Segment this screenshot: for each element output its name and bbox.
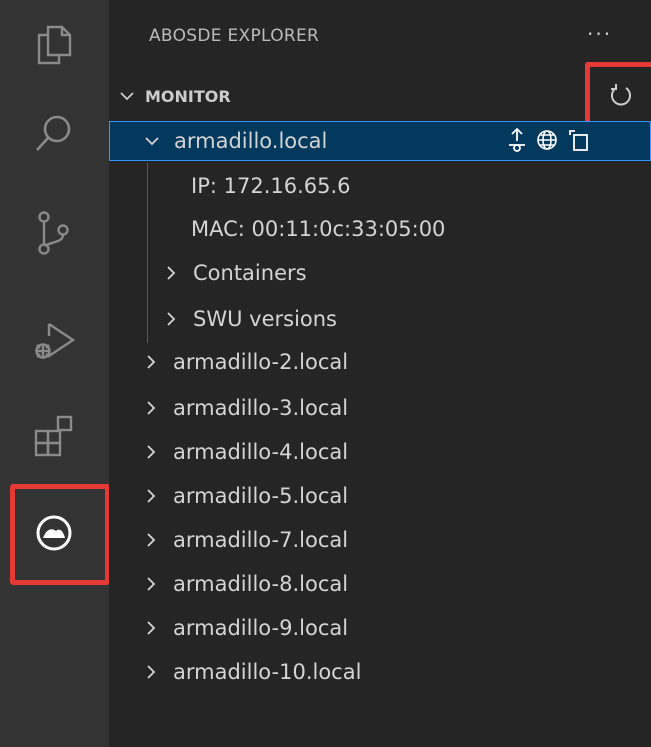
tree-item-containers[interactable]: Containers [109,253,651,293]
chevron-right-icon [139,396,163,420]
tree-item-label: armadillo-3.local [173,396,349,420]
section-title: MONITOR [145,86,231,106]
globe-icon[interactable] [536,129,558,156]
tree-item-label: Containers [193,261,307,285]
tree-item-device[interactable]: armadillo-3.local [109,388,651,428]
chevron-down-icon [119,90,145,102]
sidebar-title: ABOSDE EXPLORER [149,26,320,46]
tree-item-device[interactable]: armadillo-4.local [109,432,651,472]
tree-item-device[interactable]: armadillo-9.local [109,608,651,648]
chevron-right-icon [139,660,163,684]
explorer-icon[interactable] [19,10,89,80]
sidebar: ABOSDE EXPLORER ··· MONITOR armadillo.lo… [109,0,651,747]
tree-item-ip[interactable]: IP: 172.16.65.6 [109,166,651,206]
chevron-right-icon [159,261,183,285]
tree-item-label: armadillo-5.local [173,484,349,508]
chevron-right-icon [139,528,163,552]
chevron-right-icon [139,484,163,508]
upload-icon[interactable] [506,127,528,158]
copy-icon[interactable] [566,129,590,156]
activity-bar [0,0,110,747]
tree-item-label: armadillo.local [174,129,328,153]
chevron-right-icon [139,440,163,464]
mac-label: MAC: 00:11:0c:33:05:00 [191,217,446,241]
chevron-right-icon [159,307,183,331]
tree-item-label: armadillo-8.local [173,572,349,596]
tree-item-device[interactable]: armadillo-2.local [109,342,651,382]
chevron-right-icon [139,350,163,374]
ip-label: IP: 172.16.65.6 [191,174,351,198]
tree-item-swu-versions[interactable]: SWU versions [109,299,651,339]
inline-actions [506,122,590,162]
refresh-icon [611,84,631,106]
tree-item-label: armadillo-9.local [173,616,349,640]
tree-item-label: armadillo-10.local [173,660,362,684]
run-debug-icon[interactable] [19,306,89,376]
more-actions-button[interactable]: ··· [587,22,612,46]
chevron-down-icon [140,129,164,153]
tree-item-label: armadillo-7.local [173,528,349,552]
chevron-right-icon [139,616,163,640]
refresh-button[interactable] [603,78,639,114]
source-control-icon[interactable] [19,198,89,268]
tree-item-label: armadillo-2.local [173,350,349,374]
tree-item-label: armadillo-4.local [173,440,349,464]
extensions-icon[interactable] [19,400,89,470]
tree-item-device[interactable]: armadillo-5.local [109,476,651,516]
tree-item-device[interactable]: armadillo-7.local [109,520,651,560]
vscode-window: ABOSDE EXPLORER ··· MONITOR armadillo.lo… [0,0,651,747]
chevron-right-icon [139,572,163,596]
tree-item-device[interactable]: armadillo-10.local [109,652,651,692]
tree-item-mac[interactable]: MAC: 00:11:0c:33:05:00 [109,209,651,249]
abosde-icon[interactable] [19,498,89,568]
tree-item-label: SWU versions [193,307,337,331]
monitor-section-header[interactable]: MONITOR [119,80,231,112]
tree-item-device[interactable]: armadillo-8.local [109,564,651,604]
tree-item-armadillo-local[interactable]: armadillo.local [109,121,651,161]
search-icon[interactable] [19,98,89,168]
